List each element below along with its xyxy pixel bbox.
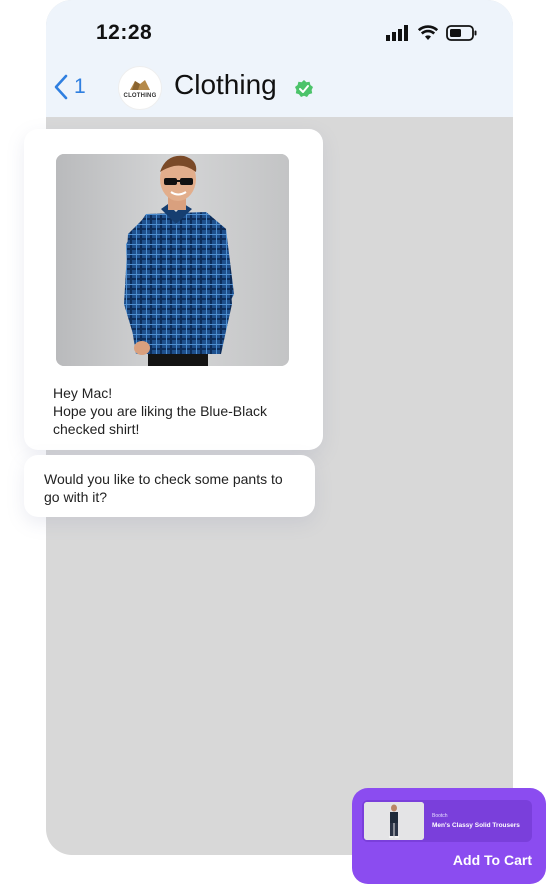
signal-icon bbox=[386, 25, 408, 41]
add-to-cart-button[interactable]: Add To Cart bbox=[453, 852, 532, 868]
chat-title: Clothing bbox=[174, 69, 277, 100]
trousers-thumbnail bbox=[364, 802, 424, 840]
message-line-2: Hope you are liking the Blue-Black check… bbox=[53, 403, 268, 437]
chat-header: 1 CLOTHING Clothing bbox=[46, 62, 513, 114]
verified-badge-icon bbox=[295, 80, 313, 97]
battery-icon bbox=[446, 25, 477, 41]
chevron-left-icon bbox=[54, 74, 68, 100]
product-brand: Bootch bbox=[432, 813, 448, 819]
product-name: Men's Classy Solid Trousers bbox=[432, 822, 520, 829]
message-line-1: Hey Mac! bbox=[53, 385, 113, 401]
status-icons bbox=[386, 22, 478, 44]
message-text: Would you like to check some pants to go… bbox=[44, 471, 283, 505]
wifi-icon bbox=[418, 25, 438, 40]
status-time: 12:28 bbox=[96, 21, 153, 44]
clothing-logo-icon bbox=[130, 79, 150, 90]
model-illustration bbox=[56, 154, 289, 366]
product-preview[interactable]: Bootch Men's Classy Solid Trousers bbox=[362, 800, 532, 842]
trousers-model-icon bbox=[364, 802, 424, 840]
message-bubble-image: Hey Mac! Hope you are liking the Blue-Bl… bbox=[24, 129, 323, 450]
message-bubble-text: Would you like to check some pants to go… bbox=[24, 455, 315, 517]
shirt-photo[interactable] bbox=[56, 154, 289, 366]
top-bar: 12:28 1 CLOTHING Clothing bbox=[46, 0, 513, 117]
back-count: 1 bbox=[74, 75, 86, 98]
back-button[interactable]: 1 bbox=[54, 74, 86, 100]
avatar-label: CLOTHING bbox=[123, 92, 157, 99]
message-text: Hey Mac! Hope you are liking the Blue-Bl… bbox=[53, 384, 303, 438]
product-card[interactable]: Bootch Men's Classy Solid Trousers Add T… bbox=[352, 788, 546, 884]
avatar[interactable]: CLOTHING bbox=[118, 66, 162, 110]
